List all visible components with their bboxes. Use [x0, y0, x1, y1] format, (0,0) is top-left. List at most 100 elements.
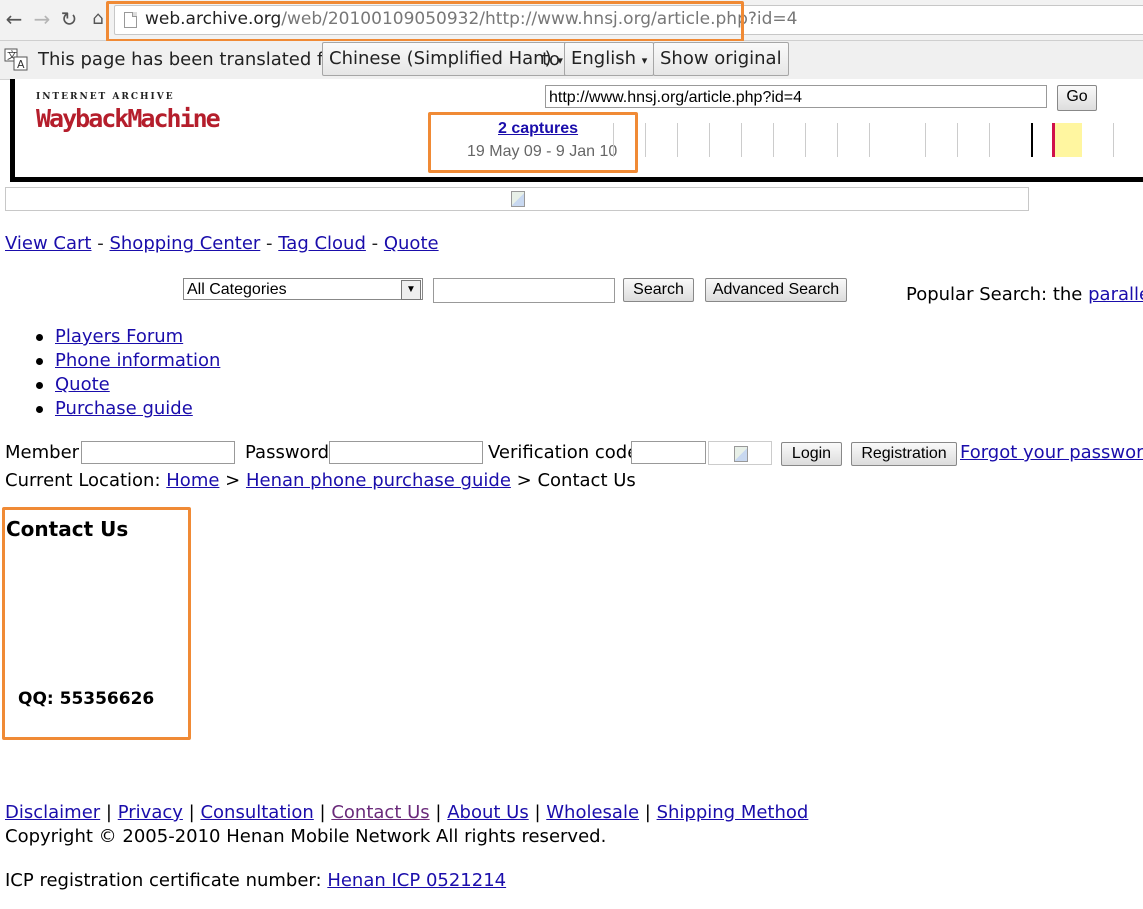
breadcrumb-label: Current Location: [5, 470, 161, 491]
login-button[interactable]: Login [781, 442, 842, 466]
svg-text:A: A [17, 58, 25, 71]
wayback-go-button[interactable]: Go [1057, 85, 1097, 111]
phone-information-link[interactable]: Phone information [55, 350, 220, 371]
to-language-label: English [571, 48, 636, 69]
show-original-button[interactable]: Show original [653, 42, 789, 76]
quote-menu-link[interactable]: Quote [55, 374, 110, 395]
timeline-tick [677, 123, 678, 157]
password-field[interactable] [329, 441, 483, 464]
breadcrumb-separator: > [225, 470, 241, 491]
captures-highlight-box [428, 112, 638, 173]
timeline-tick [773, 123, 774, 157]
consultation-link[interactable]: Consultation [200, 802, 313, 823]
footer-links: Disclaimer | Privacy | Consultation | Co… [5, 802, 808, 823]
shipping-method-link[interactable]: Shipping Method [657, 802, 809, 823]
timeline-current-month[interactable] [1052, 123, 1082, 157]
timeline-tick [989, 123, 990, 157]
from-language-dropdown[interactable]: Chinese (Simplified Han) ▾ [322, 42, 570, 76]
timeline-tick [957, 123, 958, 157]
footer-separator: | [188, 802, 195, 823]
list-item: Phone information [35, 349, 220, 373]
popular-search: Popular Search: the parallel [906, 284, 1143, 305]
timeline-tick [709, 123, 710, 157]
shopping-center-link[interactable]: Shopping Center [109, 233, 260, 254]
search-button[interactable]: Search [623, 278, 694, 302]
about-us-link[interactable]: About Us [447, 802, 529, 823]
tag-cloud-link[interactable]: Tag Cloud [278, 233, 366, 254]
nav-separator: - [266, 233, 273, 254]
icp-label: ICP registration certificate number: [5, 870, 322, 891]
timeline-tick [645, 123, 646, 157]
icp-link[interactable]: Henan ICP 0521214 [327, 870, 506, 891]
timeline-tick [925, 123, 926, 157]
timeline-tick [869, 123, 870, 157]
disclaimer-link[interactable]: Disclaimer [5, 802, 100, 823]
search-input[interactable] [433, 278, 615, 303]
verification-field[interactable] [631, 441, 706, 464]
footer-separator: | [319, 802, 326, 823]
timeline-tick [805, 123, 806, 157]
password-label: Password [245, 442, 330, 463]
chevron-down-icon: ▼ [401, 280, 421, 300]
timeline-tick [741, 123, 742, 157]
banner-image [5, 187, 1029, 211]
category-select-value: All Categories [187, 281, 287, 298]
list-item: Players Forum [35, 325, 220, 349]
wayback-logo[interactable]: WaybackMachine [36, 104, 221, 133]
wayback-url-input[interactable]: http://www.hnsj.org/article.php?id=4 [545, 85, 1047, 108]
breadcrumb-current: Contact Us [537, 470, 636, 491]
member-field[interactable] [81, 441, 235, 464]
popular-search-link[interactable]: parallel [1088, 284, 1143, 305]
timeline-current-marker [1052, 123, 1055, 157]
list-item: Quote [35, 373, 220, 397]
broken-image-icon [511, 191, 525, 207]
wholesale-link[interactable]: Wholesale [546, 802, 639, 823]
from-language-label: Chinese (Simplified Han) [329, 48, 552, 69]
translate-icon: 文 A [4, 48, 28, 72]
member-label: Member [5, 442, 80, 463]
breadcrumb-section-link[interactable]: Henan phone purchase guide [246, 470, 511, 491]
reload-icon[interactable]: ↻ [57, 6, 81, 32]
translate-message: This page has been translated from [38, 49, 359, 70]
privacy-link[interactable]: Privacy [118, 802, 183, 823]
forgot-password-link[interactable]: Forgot your password [960, 442, 1143, 466]
back-icon[interactable]: ← [2, 6, 26, 32]
translate-bar: 文 A This page has been translated from C… [0, 41, 1143, 80]
timeline-capture-marker[interactable] [1031, 123, 1033, 157]
nav-separator: - [97, 233, 104, 254]
to-language-dropdown[interactable]: English ▾ [564, 42, 655, 76]
footer-separator: | [105, 802, 112, 823]
broken-image-icon [734, 446, 748, 462]
url-highlight-box [106, 1, 744, 42]
contact-highlight-box [2, 507, 191, 740]
quote-link[interactable]: Quote [384, 233, 439, 254]
registration-button[interactable]: Registration [851, 442, 957, 466]
contact-us-link[interactable]: Contact Us [331, 802, 429, 823]
advanced-search-button[interactable]: Advanced Search [705, 278, 847, 302]
list-item: Purchase guide [35, 397, 220, 421]
top-nav: View Cart - Shopping Center - Tag Cloud … [5, 233, 439, 254]
breadcrumb: Current Location: Home > Henan phone pur… [5, 470, 636, 491]
view-cart-link[interactable]: View Cart [5, 233, 92, 254]
timeline-tick [613, 123, 614, 157]
category-select[interactable]: All Categories ▼ [183, 278, 423, 300]
players-forum-link[interactable]: Players Forum [55, 326, 183, 347]
category-menu: Players Forum Phone information Quote Pu… [35, 325, 220, 421]
chevron-down-icon: ▾ [641, 54, 648, 67]
breadcrumb-home-link[interactable]: Home [166, 470, 219, 491]
copyright-text: Copyright © 2005-2010 Henan Mobile Netwo… [5, 826, 607, 847]
footer-separator: | [435, 802, 442, 823]
footer-separator: | [534, 802, 541, 823]
captcha-image [708, 441, 772, 465]
popular-search-label: Popular Search: the [906, 284, 1083, 305]
purchase-guide-link[interactable]: Purchase guide [55, 398, 193, 419]
wayback-logo-caption: INTERNET ARCHIVE [36, 92, 175, 102]
nav-separator: - [371, 233, 379, 254]
breadcrumb-separator: > [516, 470, 532, 491]
footer-separator: | [644, 802, 651, 823]
forward-icon[interactable]: → [30, 6, 54, 32]
translate-to-label: to [542, 49, 561, 70]
icp-registration: ICP registration certificate number: Hen… [5, 870, 506, 891]
verification-label: Verification code [488, 442, 639, 463]
timeline-tick [837, 123, 838, 157]
